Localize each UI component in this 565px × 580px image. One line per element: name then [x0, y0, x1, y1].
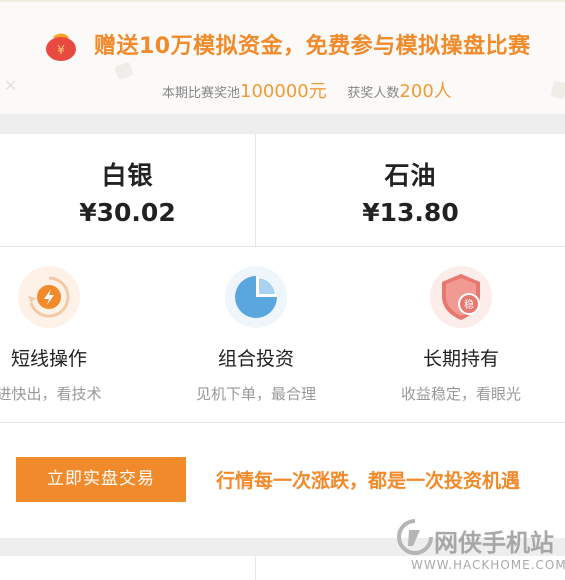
feature-title: 组合投资: [217, 348, 294, 370]
price-card-oil[interactable]: 石油 ¥13.80: [256, 134, 565, 246]
promo-banner[interactable]: ✕ ¥ 赠送10万模拟资金，免费参与模拟操盘比赛 本期比赛奖池100000元 获…: [0, 2, 565, 114]
banner-title: 赠送10万模拟资金，免费参与模拟操盘比赛: [94, 34, 531, 59]
money-bag-icon: ¥: [46, 33, 76, 61]
watermark-logo-icon: [397, 519, 433, 555]
feature-desc: 收益稳定，看眼光: [400, 385, 521, 403]
feature-title: 长期持有: [422, 348, 499, 370]
live-trade-button[interactable]: 立即实盘交易: [16, 457, 186, 502]
feature-desc: 进快出，看技术: [0, 385, 102, 403]
commodity-price: ¥30.02: [79, 198, 176, 227]
watermark-name: 网侠手机站: [434, 529, 554, 557]
watermark-url: WWW.HACKHOME.COM: [411, 558, 565, 572]
commodity-price: ¥13.80: [362, 198, 459, 227]
feature-desc: 见机下单，最合理: [195, 385, 316, 403]
commodity-name: 石油: [384, 161, 437, 190]
feature-title: 短线操作: [10, 348, 87, 370]
shield-stable-icon: 稳: [430, 266, 492, 328]
snowflake-decoration-icon: ✕: [4, 76, 18, 95]
banner-stats: 本期比赛奖池100000元 获奖人数200人: [162, 77, 452, 103]
section-gap: [0, 114, 565, 134]
winners-value: 200人: [399, 81, 452, 102]
prize-pool-value: 100000元: [240, 81, 327, 102]
decoration-shape: [114, 61, 134, 81]
winners-label: 获奖人数: [347, 86, 400, 101]
feature-short-term[interactable]: 短线操作 进快出，看技术: [0, 264, 129, 404]
commodity-name: 白银: [101, 161, 154, 190]
divider: [0, 246, 565, 247]
price-card-silver[interactable]: 白银 ¥30.02: [0, 134, 255, 246]
feature-portfolio[interactable]: 组合投资 见机下单，最合理: [176, 264, 336, 404]
bottom-divider: [255, 556, 256, 580]
svg-text:¥: ¥: [57, 43, 65, 57]
divider: [0, 422, 565, 423]
feature-long-term[interactable]: 稳 长期持有 收益稳定，看眼光: [381, 264, 541, 404]
svg-text:稳: 稳: [464, 298, 474, 311]
prize-pool-label: 本期比赛奖池: [162, 86, 241, 101]
decoration-shape: [550, 80, 565, 100]
pie-chart-icon: [225, 266, 287, 328]
lightning-refresh-icon: [18, 266, 80, 328]
slogan-text: 行情每一次涨跌，都是一次投资机遇: [216, 470, 521, 492]
